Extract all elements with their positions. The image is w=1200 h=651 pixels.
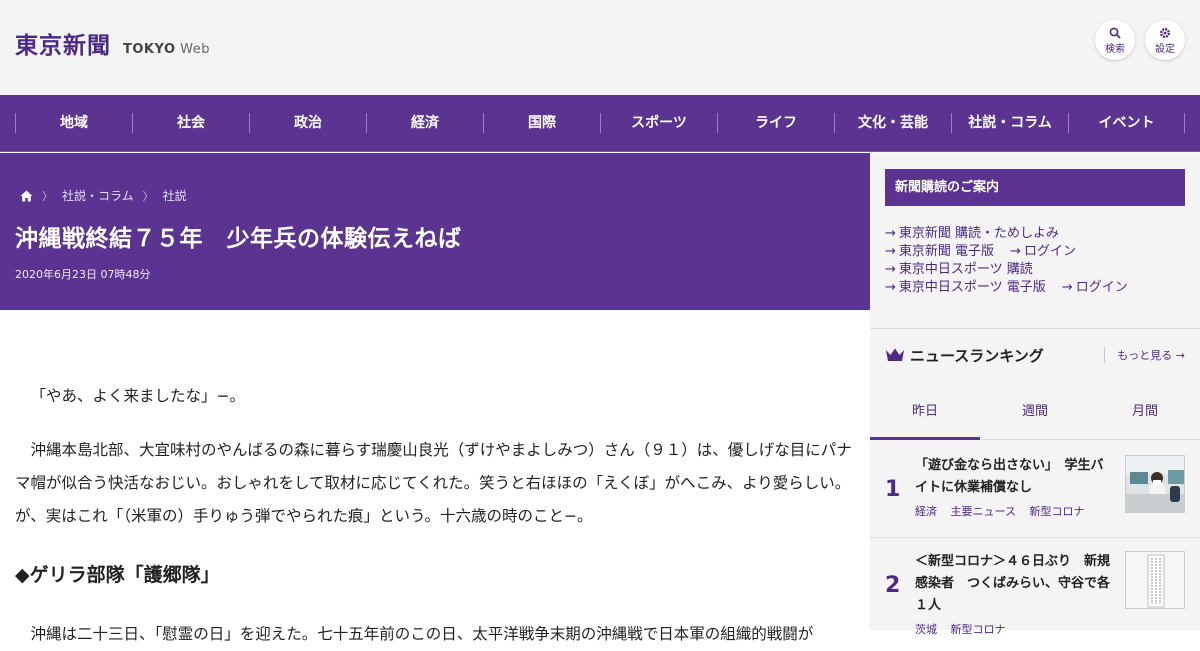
nav-item-culture[interactable]: 文化・芸能: [834, 113, 951, 133]
ranking-more-link[interactable]: もっと見る →: [1104, 347, 1185, 363]
ranking-tabs: 昨日 週間 月間: [870, 386, 1200, 440]
nav-item-life[interactable]: ライフ: [717, 113, 834, 133]
arrow-right-icon: →: [885, 244, 896, 259]
subscribe-links: → 東京新聞 購読・ためしよみ → 東京新聞 電子版 → ログイン → 東京中日スポーツ …: [885, 225, 1185, 297]
link-subscribe-chunichi-sports[interactable]: → 東京中日スポーツ 購読: [885, 262, 1033, 277]
sidebar: 新聞購読のご案内 → 東京新聞 購読・ためしよみ → 東京新聞 電子版 → ログイン →…: [870, 153, 1200, 636]
search-label: 検索: [1105, 44, 1125, 55]
tab-yesterday[interactable]: 昨日: [870, 386, 980, 440]
arrow-right-icon: →: [1175, 349, 1185, 362]
settings-label: 設定: [1155, 44, 1175, 55]
breadcrumb-separator: 〉: [42, 189, 53, 203]
nav-item-editorial[interactable]: 社説・コラム: [951, 113, 1068, 133]
article-paragraph: 「やあ、よく来ましたな」−。: [30, 387, 246, 405]
nav-item-events[interactable]: イベント: [1068, 113, 1185, 133]
article-title: 沖縄戦終結７５年 少年兵の体験伝えねば: [15, 226, 462, 252]
tag-link[interactable]: 新型コロナ: [1029, 505, 1084, 518]
tab-monthly[interactable]: 月間: [1090, 386, 1200, 440]
nav-item-region[interactable]: 地域: [15, 113, 132, 133]
ranking-number: 2: [885, 573, 901, 598]
breadcrumb: 〉 社説・コラム 〉 社説: [20, 187, 187, 204]
tag-link[interactable]: 主要ニュース: [951, 505, 1016, 518]
ranking-title-link[interactable]: 「遊び金なら出さない」 学生バイトに休業補償なし: [915, 455, 1115, 499]
arrow-right-icon: →: [1010, 244, 1021, 259]
ranking-tags: 経済 主要ニュース 新型コロナ: [915, 503, 1125, 519]
article-subheading: ◆ゲリラ部隊「護郷隊」: [15, 564, 220, 586]
nav-item-society[interactable]: 社会: [132, 113, 249, 133]
arrow-right-icon: →: [885, 226, 896, 241]
link-chunichi-sports-digital[interactable]: → 東京中日スポーツ 電子版: [885, 280, 1046, 295]
home-icon[interactable]: [20, 190, 33, 202]
crown-icon: [886, 348, 904, 361]
ranking-header: ニュースランキング もっと見る →: [885, 345, 1185, 365]
search-button[interactable]: 検索: [1095, 20, 1135, 60]
article-paragraph: 沖縄は二十三日、「慰霊の日」を迎えた。七十五年前のこの日、太平洋戦争末期の沖縄戦…: [30, 625, 814, 643]
link-subscribe-tokyo[interactable]: → 東京新聞 購読・ためしよみ: [885, 226, 1059, 241]
article-paragraph: 沖縄本島北部、大宜味村のやんばるの森に暮らす瑞慶山良光（ずけやまよしみつ）さん（…: [15, 441, 852, 525]
arrow-right-icon: →: [885, 262, 896, 277]
nav-item-politics[interactable]: 政治: [249, 113, 366, 133]
news-photo-image: [1126, 456, 1184, 512]
site-logo[interactable]: 東京新聞 TOKYO Web: [15, 26, 210, 60]
ranking-tags: 茨城 新型コロナ: [915, 621, 1125, 637]
tag-link[interactable]: 経済: [915, 505, 937, 518]
divider: [870, 328, 1200, 329]
breadcrumb-shasetsu[interactable]: 社説: [163, 187, 187, 204]
tab-weekly[interactable]: 週間: [980, 386, 1090, 440]
site-header: 東京新聞 TOKYO Web 検索 設定: [0, 0, 1200, 95]
arrow-right-icon: →: [885, 280, 896, 295]
link-tokyo-login[interactable]: → ログイン: [1010, 244, 1076, 259]
document-image: [1126, 552, 1184, 608]
nav-item-international[interactable]: 国際: [483, 113, 600, 133]
ranking-title-link[interactable]: ＜新型コロナ＞４６日ぶり 新規感染者 つくばみらい、守谷で各１人: [915, 551, 1115, 617]
article-date: 2020年6月23日 07時48分: [15, 268, 151, 281]
ranking-thumbnail[interactable]: [1125, 455, 1185, 513]
settings-button[interactable]: 設定: [1145, 20, 1185, 60]
divider: [870, 537, 1200, 538]
gear-icon: [1160, 28, 1170, 38]
nav-item-sports[interactable]: スポーツ: [600, 113, 717, 133]
ranking-title: ニュースランキング: [910, 346, 1044, 365]
link-chunichi-sports-login[interactable]: → ログイン: [1062, 280, 1128, 295]
breadcrumb-editorial[interactable]: 社説・コラム: [62, 187, 134, 204]
logo-subtitle: TOKYO Web: [123, 42, 210, 57]
ranking-number: 1: [885, 477, 901, 502]
arrow-right-icon: →: [1061, 280, 1073, 295]
nav-item-economy[interactable]: 経済: [366, 113, 483, 133]
main-nav: 地域 社会 政治 経済 国際 スポーツ ライフ 文化・芸能 社説・コラム イベン…: [0, 95, 1200, 152]
ranking-thumbnail[interactable]: [1125, 551, 1185, 609]
subscribe-title: 新聞購読のご案内: [885, 169, 1185, 206]
search-icon: [1109, 27, 1121, 39]
breadcrumb-separator: 〉: [142, 189, 154, 203]
link-tokyo-digital[interactable]: → 東京新聞 電子版: [885, 244, 994, 259]
article-header: 〉 社説・コラム 〉 社説 沖縄戦終結７５年 少年兵の体験伝えねば 2020年6…: [0, 153, 870, 310]
logo-mark: 東京新聞: [15, 32, 111, 59]
